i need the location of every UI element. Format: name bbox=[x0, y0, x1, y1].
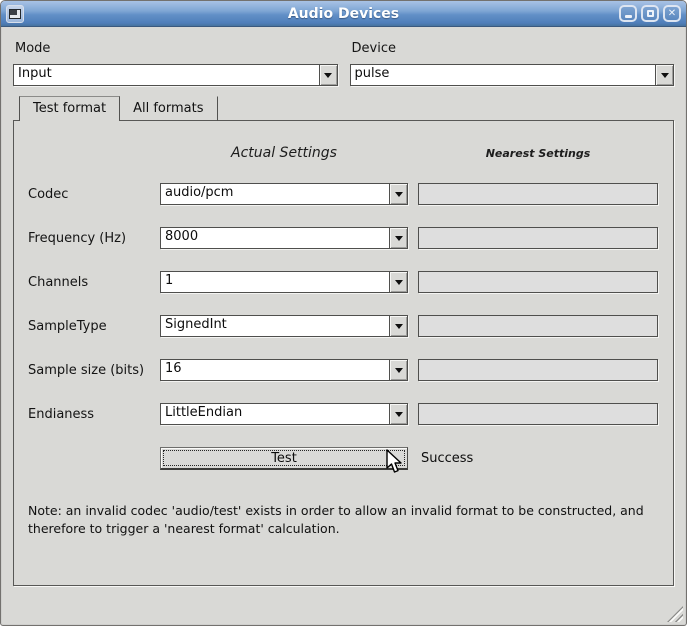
device-label: Device bbox=[352, 41, 675, 56]
mode-combobox[interactable]: Input bbox=[13, 64, 338, 86]
mode-combobox-value: Input bbox=[14, 65, 319, 85]
sampletype-label: SampleType bbox=[28, 319, 160, 334]
frequency-combobox-value: 8000 bbox=[161, 228, 389, 248]
endianess-combobox-value: LittleEndian bbox=[161, 404, 389, 424]
device-group: Device pulse bbox=[350, 37, 675, 86]
endianess-label: Endianess bbox=[28, 407, 160, 422]
nearest-channels-field bbox=[418, 271, 658, 293]
samplesize-row: Sample size (bits) 16 bbox=[28, 359, 659, 381]
codec-combobox-value: audio/pcm bbox=[161, 184, 389, 204]
chevron-down-icon bbox=[395, 236, 403, 241]
sampletype-row: SampleType SignedInt bbox=[28, 315, 659, 337]
chevron-down-icon bbox=[395, 192, 403, 197]
mode-label: Mode bbox=[15, 41, 338, 56]
test-format-panel: Actual Settings Nearest Settings Codec a… bbox=[13, 120, 674, 586]
samplesize-dropdown-button[interactable] bbox=[389, 360, 407, 380]
tab-test-format[interactable]: Test format bbox=[19, 96, 120, 121]
channels-combobox[interactable]: 1 bbox=[160, 271, 408, 293]
codec-combobox[interactable]: audio/pcm bbox=[160, 183, 408, 205]
window-controls: ✕ bbox=[619, 5, 681, 22]
samplesize-combobox[interactable]: 16 bbox=[160, 359, 408, 381]
nearest-settings-header: Nearest Settings bbox=[418, 147, 658, 160]
sampletype-dropdown-button[interactable] bbox=[389, 316, 407, 336]
close-icon: ✕ bbox=[668, 9, 676, 19]
codec-row: Codec audio/pcm bbox=[28, 183, 659, 205]
window-menu-icon[interactable] bbox=[6, 5, 24, 23]
frequency-label: Frequency (Hz) bbox=[28, 231, 160, 246]
codec-dropdown-button[interactable] bbox=[389, 184, 407, 204]
test-row: Test Success bbox=[28, 447, 659, 470]
channels-dropdown-button[interactable] bbox=[389, 272, 407, 292]
minimize-icon bbox=[625, 15, 632, 18]
test-button[interactable]: Test bbox=[160, 447, 408, 470]
window-menu-glyph bbox=[9, 9, 21, 19]
codec-label: Codec bbox=[28, 187, 160, 202]
tab-bar: Test format All formats bbox=[13, 96, 674, 121]
chevron-down-icon bbox=[395, 368, 403, 373]
resize-grip[interactable] bbox=[667, 606, 683, 622]
samplesize-combobox-value: 16 bbox=[161, 360, 389, 380]
status-text: Success bbox=[421, 451, 473, 466]
nearest-endianess-field bbox=[418, 403, 658, 425]
close-button[interactable]: ✕ bbox=[663, 5, 681, 22]
maximize-icon bbox=[647, 10, 654, 17]
device-combobox-value: pulse bbox=[351, 65, 656, 85]
settings-headers: Actual Settings Nearest Settings bbox=[28, 145, 659, 161]
chevron-down-icon bbox=[324, 73, 332, 78]
sampletype-combobox[interactable]: SignedInt bbox=[160, 315, 408, 337]
nearest-samplesize-field bbox=[418, 359, 658, 381]
chevron-down-icon bbox=[395, 324, 403, 329]
dialog-content: Mode Input Device pulse Test format All … bbox=[1, 27, 686, 586]
nearest-codec-field bbox=[418, 183, 658, 205]
endianess-combobox[interactable]: LittleEndian bbox=[160, 403, 408, 425]
samplesize-label: Sample size (bits) bbox=[28, 363, 160, 378]
frequency-dropdown-button[interactable] bbox=[389, 228, 407, 248]
mode-device-row: Mode Input Device pulse bbox=[13, 37, 674, 86]
sampletype-combobox-value: SignedInt bbox=[161, 316, 389, 336]
device-combobox[interactable]: pulse bbox=[350, 64, 675, 86]
actual-settings-header: Actual Settings bbox=[160, 145, 408, 161]
minimize-button[interactable] bbox=[619, 5, 637, 22]
endianess-dropdown-button[interactable] bbox=[389, 404, 407, 424]
audio-devices-window: Audio Devices ✕ Mode Input Device pulse bbox=[0, 0, 687, 626]
titlebar[interactable]: Audio Devices ✕ bbox=[1, 1, 686, 27]
frequency-row: Frequency (Hz) 8000 bbox=[28, 227, 659, 249]
maximize-button[interactable] bbox=[641, 5, 659, 22]
mode-dropdown-button[interactable] bbox=[319, 65, 337, 85]
window-title: Audio Devices bbox=[1, 6, 686, 22]
frequency-combobox[interactable]: 8000 bbox=[160, 227, 408, 249]
nearest-sampletype-field bbox=[418, 315, 658, 337]
tab-all-formats[interactable]: All formats bbox=[120, 96, 217, 121]
chevron-down-icon bbox=[661, 73, 669, 78]
device-dropdown-button[interactable] bbox=[655, 65, 673, 85]
note-text: Note: an invalid codec 'audio/test' exis… bbox=[28, 502, 659, 538]
channels-label: Channels bbox=[28, 275, 160, 290]
channels-row: Channels 1 bbox=[28, 271, 659, 293]
nearest-frequency-field bbox=[418, 227, 658, 249]
mode-group: Mode Input bbox=[13, 37, 338, 86]
endianess-row: Endianess LittleEndian bbox=[28, 403, 659, 425]
chevron-down-icon bbox=[395, 412, 403, 417]
channels-combobox-value: 1 bbox=[161, 272, 389, 292]
chevron-down-icon bbox=[395, 280, 403, 285]
